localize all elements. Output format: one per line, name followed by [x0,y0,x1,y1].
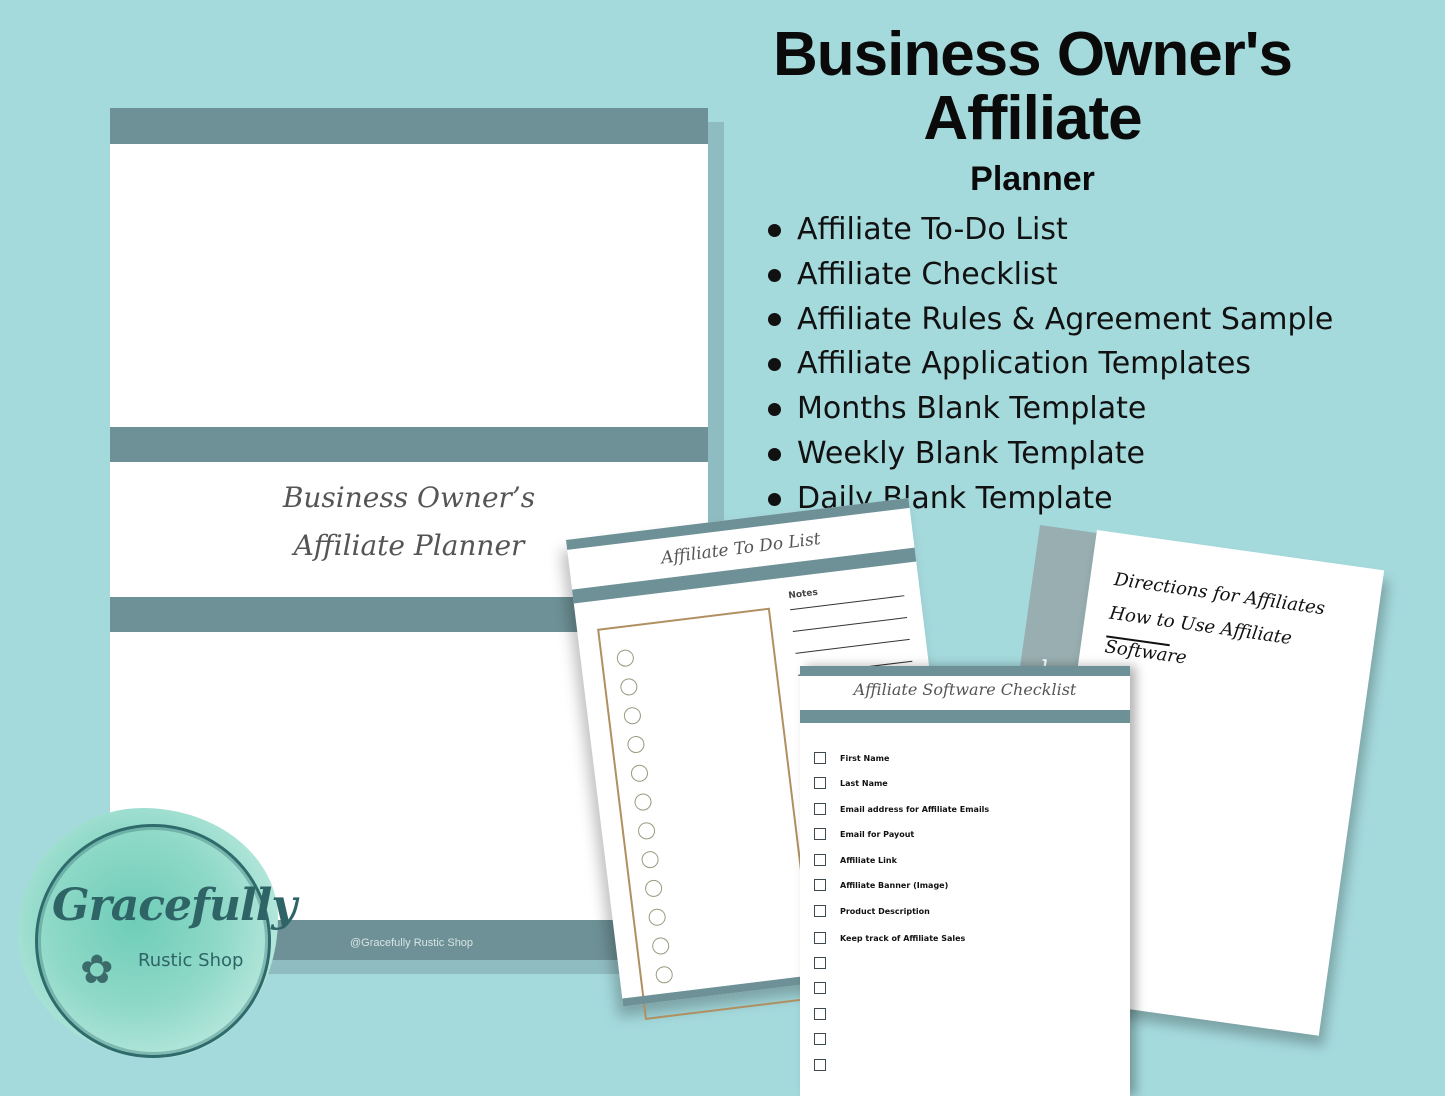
todo-checkbox[interactable] [644,878,664,898]
checklist-row: First Name [814,752,889,764]
checkbox[interactable] [814,828,826,840]
todo-checkbox[interactable] [633,792,653,812]
checklist-item-label: Email for Payout [840,829,915,839]
checklist-row: Email address for Affiliate Emails [814,803,989,815]
flower-icon: ✿ [80,947,114,993]
checklist-item-label: Keep track of Affiliate Sales [840,933,966,943]
logo-brand-subtitle: Rustic Shop [138,950,244,971]
headline-line-2: Affiliate [923,84,1142,153]
checklist-band-top [800,666,1130,676]
bullet-icon [768,492,781,506]
feature-item: Affiliate To-Do List [768,208,1333,253]
feature-item: Months Blank Template [768,387,1333,432]
checklist-row: Product Description [814,905,930,917]
logo-ring [35,824,271,1058]
feature-list: Affiliate To-Do List Affiliate Checklist… [768,208,1333,522]
todo-frame [597,607,818,1020]
todo-checkbox[interactable] [651,936,671,956]
checklist-row [814,1033,840,1045]
checkbox[interactable] [814,803,826,815]
todo-checkbox[interactable] [637,821,657,841]
logo-brand-name: Gracefully [52,880,297,931]
bullet-icon [768,403,781,417]
checklist-row [814,982,840,994]
cover-footer: @Gracefully Rustic Shop [350,937,474,949]
note-line [795,638,910,654]
todo-checkbox[interactable] [647,907,667,927]
checklist-row [814,1059,840,1071]
checklist-row: Email for Payout [814,828,914,840]
checkbox[interactable] [814,879,826,891]
checkbox[interactable] [814,932,826,944]
bullet-icon [768,313,781,327]
software-checklist-page: Affiliate Software Checklist First Name L… [800,666,1130,1096]
checklist-item-label: Email address for Affiliate Emails [840,804,990,814]
feature-item: Affiliate Checklist [768,253,1333,298]
bullet-icon [768,447,781,461]
checkbox[interactable] [814,957,826,969]
headline-line-3: Planner [970,160,1095,198]
todo-checkbox[interactable] [615,648,635,668]
note-line [792,617,908,633]
headline-line-1: Business Owner's [772,20,1293,89]
bullet-icon [768,223,781,237]
checkbox[interactable] [814,1033,826,1045]
todo-checkbox[interactable] [630,763,649,783]
todo-checkbox[interactable] [626,735,646,754]
todo-checkbox[interactable] [654,965,674,985]
checklist-row: Keep track of Affiliate Sales [814,932,965,944]
bullet-icon [768,358,781,372]
product-headline: Business Owner's Affiliate Planner [760,22,1305,202]
todo-checkbox[interactable] [622,706,642,726]
notes-label: Notes [787,587,819,602]
cover-band-mid-1 [110,427,708,462]
checklist-row: Affiliate Link [814,854,897,866]
bullet-icon [768,268,781,282]
todo-checkbox[interactable] [640,850,660,870]
checklist-row [814,957,840,969]
checklist-item-label: Affiliate Link [840,855,897,865]
checklist-item-label: First Name [840,753,890,763]
checklist-item-label: Last Name [840,778,888,788]
cover-band-top [110,108,708,144]
checkbox[interactable] [814,905,826,917]
checkbox[interactable] [814,982,826,994]
checklist-row [814,1008,840,1020]
checklist-title: Affiliate Software Checklist [853,680,1077,699]
checkbox[interactable] [814,777,826,789]
checkbox[interactable] [814,1059,826,1071]
feature-item: Affiliate Application Templates [768,342,1333,387]
checkbox[interactable] [814,1008,826,1020]
checkbox[interactable] [814,854,826,866]
checklist-row: Affiliate Banner (Image) [814,879,948,891]
todo-checkbox[interactable] [619,677,639,697]
feature-item: Affiliate Rules & Agreement Sample [768,298,1333,343]
checklist-item-label: Product Description [840,906,930,916]
feature-item: Weekly Blank Template [768,432,1333,477]
checklist-item-label: Affiliate Banner (Image) [840,880,949,890]
directions-title: Directions for Affiliates How to Use Aff… [1103,568,1327,669]
checklist-row: Last Name [814,777,888,789]
checkbox[interactable] [814,752,826,764]
checklist-band-mid [800,710,1130,723]
